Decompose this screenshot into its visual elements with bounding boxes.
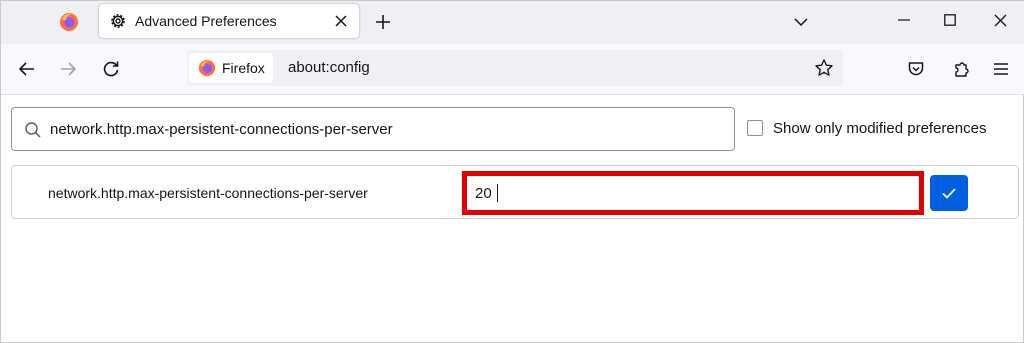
app-menu-button[interactable] [986,54,1016,84]
puzzle-icon [955,62,969,77]
bookmark-button[interactable] [811,55,837,81]
browser-window: Advanced Preferences Firefox about:confi… [0,0,1024,343]
search-icon [25,122,41,138]
url-text[interactable]: about:config [288,59,370,76]
chevron-down-icon [794,18,808,27]
address-bar[interactable]: Firefox about:config [187,50,843,86]
hamburger-menu-icon [994,63,1008,75]
back-button[interactable] [12,54,42,84]
show-modified-checkbox[interactable] [747,120,763,136]
close-icon [994,14,1006,26]
pocket-icon [908,62,924,76]
tab-advanced-preferences[interactable]: Advanced Preferences [99,4,359,38]
tab-strip: Advanced Preferences [1,1,1024,44]
pinned-tab[interactable] [49,5,89,39]
identity-box[interactable]: Firefox [189,53,273,83]
list-all-tabs-button[interactable] [787,9,815,35]
new-tab-button[interactable] [369,9,397,35]
forward-arrow-icon [61,62,77,76]
pocket-button[interactable] [901,54,931,84]
firefox-logo-icon [198,59,216,77]
minimize-icon [898,19,910,21]
close-icon[interactable] [329,9,353,33]
extensions-button[interactable] [947,54,977,84]
star-icon [815,59,833,76]
preference-value-input[interactable] [475,176,915,210]
text-cursor [497,184,498,202]
navigation-toolbar: Firefox about:config [1,44,1024,95]
save-button[interactable] [930,175,968,211]
preference-name: network.http.max-persistent-connections-… [48,185,368,201]
gear-icon [109,12,127,30]
window-close-button[interactable] [977,1,1023,39]
firefox-logo-icon [60,13,78,31]
tab-title: Advanced Preferences [135,13,277,29]
forward-button[interactable] [53,54,83,84]
show-modified-label[interactable]: Show only modified preferences [773,120,986,137]
reload-button[interactable] [96,54,126,84]
preference-search-box[interactable] [11,107,735,151]
plus-icon [376,15,390,29]
reload-icon [103,61,119,77]
identity-label: Firefox [222,60,265,76]
minimize-button[interactable] [881,1,927,39]
preference-value-editor[interactable] [462,171,924,215]
back-arrow-icon [18,62,34,76]
maximize-button[interactable] [927,1,973,39]
checkmark-icon [942,188,956,199]
preference-row: network.http.max-persistent-connections-… [11,165,1019,219]
search-input[interactable] [50,108,720,150]
maximize-icon [944,14,956,26]
